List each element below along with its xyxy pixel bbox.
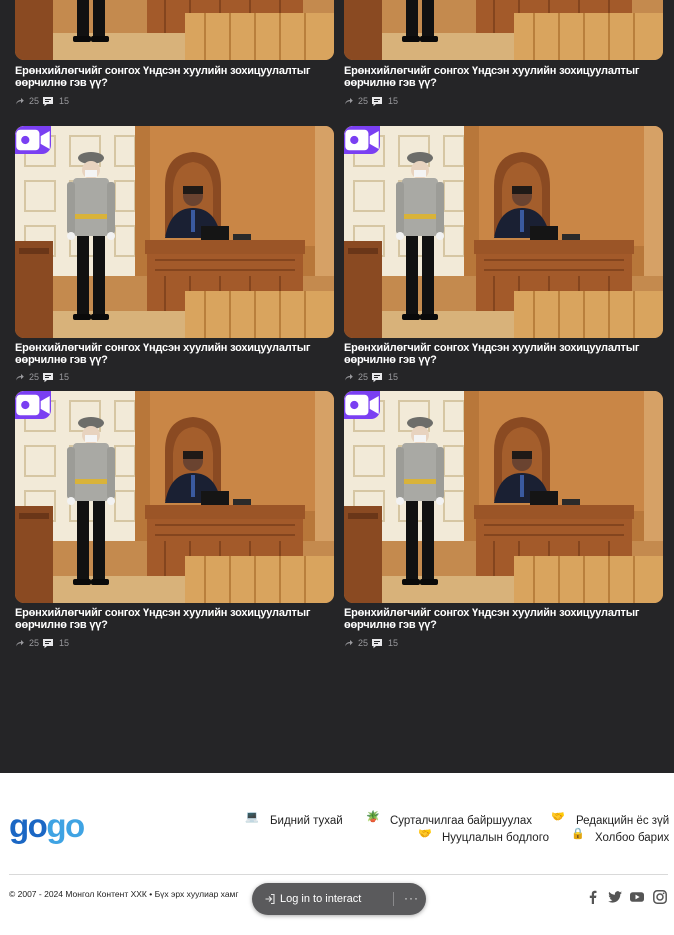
comment-icon[interactable] — [42, 638, 54, 649]
youtube-icon[interactable] — [629, 889, 645, 905]
comment-icon[interactable] — [371, 638, 383, 649]
article-thumbnail[interactable] — [15, 0, 334, 60]
article-meta: 25 15 — [344, 371, 398, 383]
share-count: 25 — [29, 638, 40, 648]
share-icon[interactable] — [344, 97, 353, 105]
comment-count: 15 — [59, 372, 70, 382]
article-photo — [15, 126, 334, 338]
article-meta: 25 15 — [15, 95, 69, 107]
video-camera-icon — [345, 394, 379, 416]
share-icon[interactable] — [15, 373, 24, 381]
laptop-icon: 💻 — [245, 811, 259, 823]
article-photo — [15, 391, 334, 603]
twitter-icon[interactable] — [607, 889, 623, 905]
handshake-icon: 🤝 — [551, 811, 565, 823]
article-title[interactable]: Ерөнхийлөгчийг сонгох Үндсэн хуулийн зох… — [344, 342, 663, 366]
article-photo — [344, 126, 663, 338]
share-count: 25 — [358, 96, 369, 106]
article-title[interactable]: Ерөнхийлөгчийг сонгох Үндсэн хуулийн зох… — [15, 65, 334, 89]
video-badge — [344, 126, 380, 154]
share-icon[interactable] — [344, 639, 353, 647]
footer-divider — [9, 874, 668, 875]
article-meta: 25 15 — [15, 371, 69, 383]
article-meta: 25 15 — [344, 95, 398, 107]
pill-divider — [393, 892, 394, 906]
article-feed — [0, 0, 674, 773]
share-count: 25 — [358, 638, 369, 648]
article-photo — [344, 0, 663, 60]
lock-icon: 🔒 — [571, 828, 585, 840]
share-icon[interactable] — [15, 639, 24, 647]
footer-link-privacy[interactable]: Нууцлалын бодлого — [442, 832, 549, 845]
share-count: 25 — [358, 372, 369, 382]
footer-link-about[interactable]: Бидний тухай — [270, 815, 343, 828]
article-thumbnail[interactable] — [344, 391, 663, 603]
share-icon[interactable] — [344, 373, 353, 381]
comment-icon[interactable] — [42, 96, 54, 107]
article-photo — [344, 391, 663, 603]
article-thumbnail[interactable] — [15, 391, 334, 603]
share-count: 25 — [29, 96, 40, 106]
article-title[interactable]: Ерөнхийлөгчийг сонгох Үндсэн хуулийн зох… — [15, 342, 334, 366]
handshake-icon: 🤝 — [418, 828, 432, 840]
comment-count: 15 — [59, 96, 70, 106]
footer-link-contact[interactable]: Холбоо барих — [595, 832, 669, 845]
video-badge — [15, 391, 51, 419]
comment-count: 15 — [388, 638, 399, 648]
article-title[interactable]: Ерөнхийлөгчийг сонгох Үндсэн хуулийн зох… — [15, 607, 334, 631]
comment-count: 15 — [59, 638, 70, 648]
footer-link-advertise[interactable]: Сурталчилгаа байршуулах — [390, 815, 532, 828]
video-badge — [15, 126, 51, 154]
article-title[interactable]: Ерөнхийлөгчийг сонгох Үндсэн хуулийн зох… — [344, 65, 663, 89]
share-icon[interactable] — [15, 97, 24, 105]
video-badge — [344, 391, 380, 419]
login-label[interactable]: Log in to interact — [280, 893, 361, 905]
comment-icon[interactable] — [371, 372, 383, 383]
article-meta: 25 15 — [344, 637, 398, 649]
gogo-logo[interactable]: gogo — [9, 809, 85, 843]
comment-count: 15 — [388, 96, 399, 106]
article-thumbnail[interactable] — [344, 126, 663, 338]
article-thumbnail[interactable] — [15, 126, 334, 338]
copyright-text: © 2007 - 2024 Монгол Контент ХХК • Бүх э… — [9, 889, 239, 899]
potted-plant-icon: 🪴 — [366, 811, 380, 823]
footer-link-ethics[interactable]: Редакцийн ёс зүй — [576, 815, 669, 828]
comment-icon[interactable] — [42, 372, 54, 383]
article-photo — [15, 0, 334, 60]
comment-count: 15 — [388, 372, 399, 382]
video-camera-icon — [345, 129, 379, 151]
article-thumbnail[interactable] — [344, 0, 663, 60]
more-options-icon[interactable]: ··· — [404, 891, 419, 905]
facebook-icon[interactable] — [585, 889, 601, 905]
article-meta: 25 15 — [15, 637, 69, 649]
article-title[interactable]: Ерөнхийлөгчийг сонгох Үндсэн хуулийн зох… — [344, 607, 663, 631]
video-camera-icon — [16, 129, 50, 151]
share-count: 25 — [29, 372, 40, 382]
login-prompt[interactable]: Log in to interact ··· — [252, 883, 426, 915]
login-icon — [265, 893, 275, 905]
video-camera-icon — [16, 394, 50, 416]
instagram-icon[interactable] — [652, 889, 668, 905]
comment-icon[interactable] — [371, 96, 383, 107]
